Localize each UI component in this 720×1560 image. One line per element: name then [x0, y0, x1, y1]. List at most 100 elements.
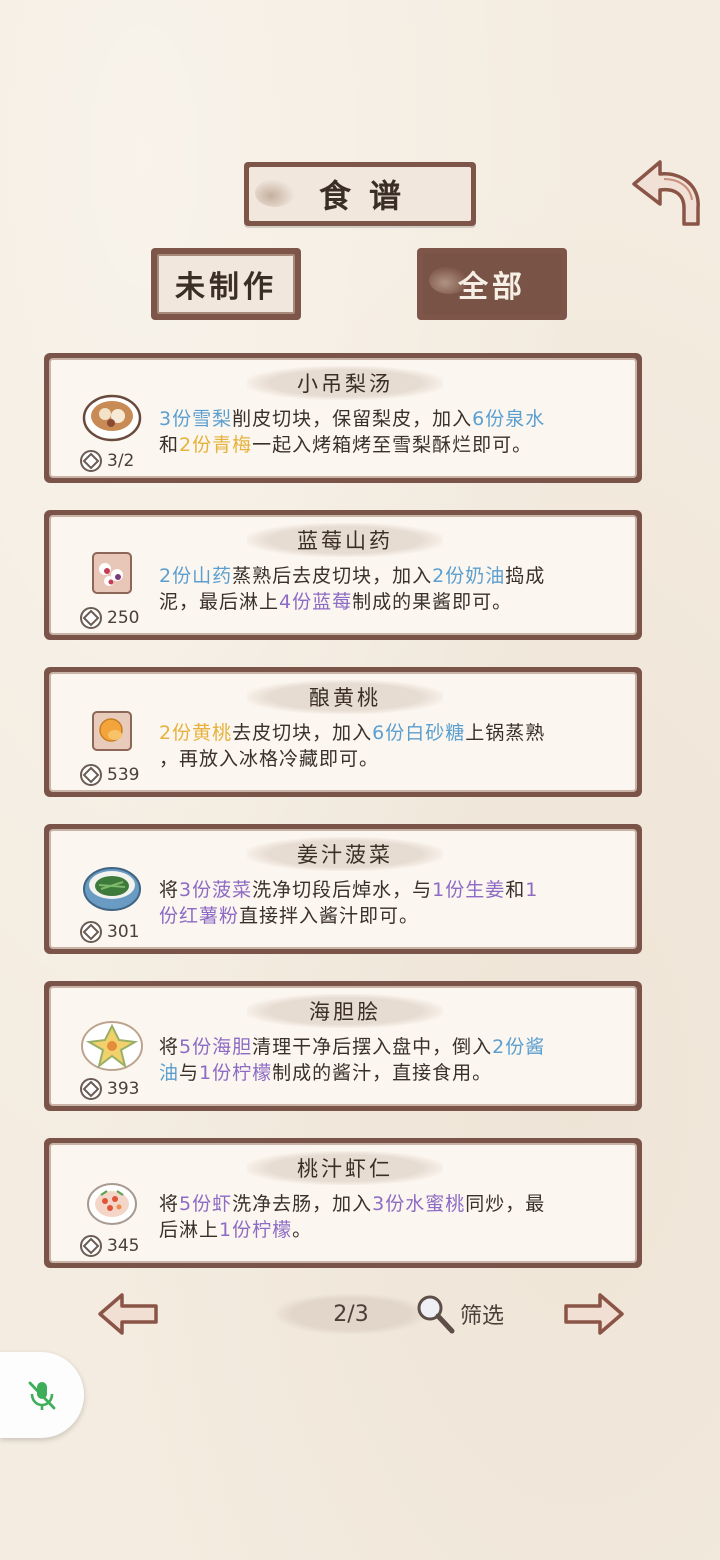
- ingredient-highlight: 4份蓝莓: [279, 591, 353, 613]
- description-text: 制成的果酱即可。: [352, 591, 513, 613]
- recipe-description: 将3份菠菜洗净切段后焯水，与1份生姜和1 份红薯粉直接拌入酱汁即可。: [159, 877, 625, 929]
- recipe-description-line: 将5份虾洗净去肠，加入3份水蜜桃同炒，最: [159, 1191, 625, 1217]
- recipe-count: 250: [79, 605, 139, 631]
- recipe-count-value: 345: [107, 1236, 140, 1256]
- ingredient-highlight: 1份柠檬: [199, 1062, 273, 1084]
- previous-page-button[interactable]: [96, 1292, 160, 1336]
- coin-icon: [80, 921, 102, 943]
- coin-icon: [80, 1078, 102, 1100]
- recipe-description-line: ，再放入冰格冷藏即可。: [159, 746, 625, 772]
- description-text: 和: [505, 879, 526, 901]
- recipe-count: 393: [79, 1076, 139, 1102]
- recipe-name: 海胆脍: [247, 994, 443, 1028]
- tab-unmade-label: 未制作: [175, 270, 277, 305]
- ingredient-highlight: 2份酱: [492, 1036, 546, 1058]
- right-arrow-icon: [564, 1293, 624, 1335]
- next-page-button[interactable]: [562, 1292, 626, 1336]
- description-text: 去皮切块，加入: [232, 722, 373, 744]
- back-button[interactable]: [630, 160, 704, 228]
- recipe-description-line: 泥，最后淋上4份蓝莓制成的果酱即可。: [159, 589, 625, 615]
- ingredient-highlight: 6份泉水: [472, 408, 546, 430]
- ingredient-highlight: 油: [159, 1062, 180, 1084]
- recipe-card-body: 蓝莓山药 250 2份山药蒸熟后去皮切块，加入2份奶油捣成 泥，最后淋上4份蓝莓制成的…: [49, 515, 637, 635]
- recipe-description: 将5份虾洗净去肠，加入3份水蜜桃同炒，最 后淋上1份柠檬。: [159, 1191, 625, 1243]
- ingredient-highlight: 2份奶油: [432, 565, 506, 587]
- recipe-card[interactable]: 海胆脍 393 将5份海胆清理干净后摆入盘中，倒入2份酱 油与1份柠檬制成的酱汁，直接…: [44, 981, 642, 1111]
- description-text: 直接拌入酱汁即可。: [239, 905, 420, 927]
- recipe-description: 3份雪梨削皮切块，保留梨皮，加入6份泉水 和2份青梅一起入烤箱烤至雪梨酥烂即可。: [159, 406, 625, 458]
- description-text: ，再放入冰格冷藏即可。: [159, 748, 380, 770]
- description-text: 同炒，最: [465, 1193, 546, 1215]
- ingredient-highlight: 1份生姜: [432, 879, 506, 901]
- recipe-card-body: 小吊梨汤 3/2 3份雪梨削皮切块，保留梨皮，加入6份泉水 和2份青梅一起入烤箱烤至雪…: [49, 358, 637, 478]
- back-arrow-icon: [632, 160, 700, 226]
- tab-unmade[interactable]: 未制作: [151, 248, 301, 320]
- description-text: 清理干净后摆入盘中，倒入: [252, 1036, 493, 1058]
- shrimp-plate-icon: [81, 1175, 143, 1231]
- recipe-description-line: 3份雪梨削皮切块，保留梨皮，加入6份泉水: [159, 406, 625, 432]
- recipe-name: 姜汁菠菜: [247, 837, 443, 871]
- recipe-description-line: 后淋上1份柠檬。: [159, 1217, 625, 1243]
- recipe-card[interactable]: 酿黄桃 539 2份黄桃去皮切块，加入6份白砂糖上锅蒸熟 ，再放入冰格冷藏即可。: [44, 667, 642, 797]
- ingredient-highlight: 3份雪梨: [159, 408, 233, 430]
- description-text: 上锅蒸熟: [465, 722, 546, 744]
- description-text: 后淋上: [159, 1219, 220, 1241]
- description-text: 和: [159, 434, 180, 456]
- recipe-card-body: 桃汁虾仁 345 将5份虾洗净去肠，加入3份水蜜桃同炒，最 后淋上1份柠檬。: [49, 1143, 637, 1263]
- recipe-name: 酿黄桃: [247, 680, 443, 714]
- page-number: 2/3: [333, 1301, 369, 1327]
- recipe-card[interactable]: 桃汁虾仁 345 将5份虾洗净去肠，加入3份水蜜桃同炒，最 后淋上1份柠檬。: [44, 1138, 642, 1268]
- recipe-count-value: 393: [107, 1079, 140, 1099]
- description-text: 将: [159, 1193, 180, 1215]
- description-text: 一起入烤箱烤至雪梨酥烂即可。: [252, 434, 533, 456]
- recipe-card[interactable]: 姜汁菠菜 301 将3份菠菜洗净切段后焯水，与1份生姜和1 份红薯粉直接拌入酱汁即可。: [44, 824, 642, 954]
- description-text: 洗净去肠，加入: [232, 1193, 373, 1215]
- recipe-count: 301: [79, 919, 139, 945]
- page-indicator: 2/3: [276, 1294, 426, 1334]
- description-text: 制成的酱汁，直接食用。: [272, 1062, 493, 1084]
- recipe-card[interactable]: 小吊梨汤 3/2 3份雪梨削皮切块，保留梨皮，加入6份泉水 和2份青梅一起入烤箱烤至雪…: [44, 353, 642, 483]
- recipe-description: 2份山药蒸熟后去皮切块，加入2份奶油捣成 泥，最后淋上4份蓝莓制成的果酱即可。: [159, 563, 625, 615]
- recipe-count: 539: [79, 762, 139, 788]
- recipe-description-line: 2份山药蒸熟后去皮切块，加入2份奶油捣成: [159, 563, 625, 589]
- description-text: 削皮切块，保留梨皮，加入: [232, 408, 473, 430]
- recipe-count-value: 3/2: [107, 451, 135, 471]
- ingredient-highlight: 6份白砂糖: [372, 722, 466, 744]
- coin-icon: [80, 1235, 102, 1257]
- ingredient-highlight: 2份山药: [159, 565, 233, 587]
- left-arrow-icon: [98, 1293, 158, 1335]
- description-text: 泥，最后淋上: [159, 591, 280, 613]
- description-text: 蒸熟后去皮切块，加入: [232, 565, 433, 587]
- recipe-description: 2份黄桃去皮切块，加入6份白砂糖上锅蒸熟 ，再放入冰格冷藏即可。: [159, 720, 625, 772]
- magnifier-icon: [417, 1295, 455, 1334]
- brush-stroke-decoration: [255, 179, 295, 207]
- coin-icon: [80, 450, 102, 472]
- voice-mute-button[interactable]: [0, 1352, 84, 1438]
- recipe-count-value: 301: [107, 922, 140, 942]
- blueberry-yam-plate-icon: [81, 547, 143, 603]
- recipe-book-title-plaque: 食谱: [244, 162, 476, 226]
- description-text: 。: [292, 1219, 313, 1241]
- brush-stroke-decoration: [429, 266, 469, 294]
- recipe-description-line: 将5份海胆清理干净后摆入盘中，倒入2份酱: [159, 1034, 625, 1060]
- ingredient-highlight: 3份菠菜: [179, 879, 253, 901]
- yellow-peach-plate-icon: [81, 704, 143, 760]
- ingredient-highlight: 3份水蜜桃: [372, 1193, 466, 1215]
- description-text: 洗净切段后焯水，与: [252, 879, 433, 901]
- recipe-card-body: 姜汁菠菜 301 将3份菠菜洗净切段后焯水，与1份生姜和1 份红薯粉直接拌入酱汁即可。: [49, 829, 637, 949]
- sea-urchin-plate-icon: [81, 1018, 143, 1074]
- recipe-description: 将5份海胆清理干净后摆入盘中，倒入2份酱 油与1份柠檬制成的酱汁，直接食用。: [159, 1034, 625, 1086]
- tab-all-label: 全部: [458, 270, 526, 305]
- filter-label: 筛选: [460, 1304, 505, 1329]
- recipe-name: 小吊梨汤: [247, 366, 443, 400]
- recipe-count: 3/2: [79, 448, 134, 474]
- description-text: 将: [159, 1036, 180, 1058]
- recipe-card-body: 海胆脍 393 将5份海胆清理干净后摆入盘中，倒入2份酱 油与1份柠檬制成的酱汁，直接…: [49, 986, 637, 1106]
- recipe-name: 桃汁虾仁: [247, 1151, 443, 1185]
- tab-all[interactable]: 全部: [417, 248, 567, 320]
- filter-button[interactable]: 筛选: [414, 1292, 504, 1336]
- description-text: 与: [179, 1062, 200, 1084]
- recipe-count-value: 250: [107, 608, 140, 628]
- recipe-card[interactable]: 蓝莓山药 250 2份山药蒸熟后去皮切块，加入2份奶油捣成 泥，最后淋上4份蓝莓制成的…: [44, 510, 642, 640]
- ingredient-highlight: 1份柠檬: [219, 1219, 293, 1241]
